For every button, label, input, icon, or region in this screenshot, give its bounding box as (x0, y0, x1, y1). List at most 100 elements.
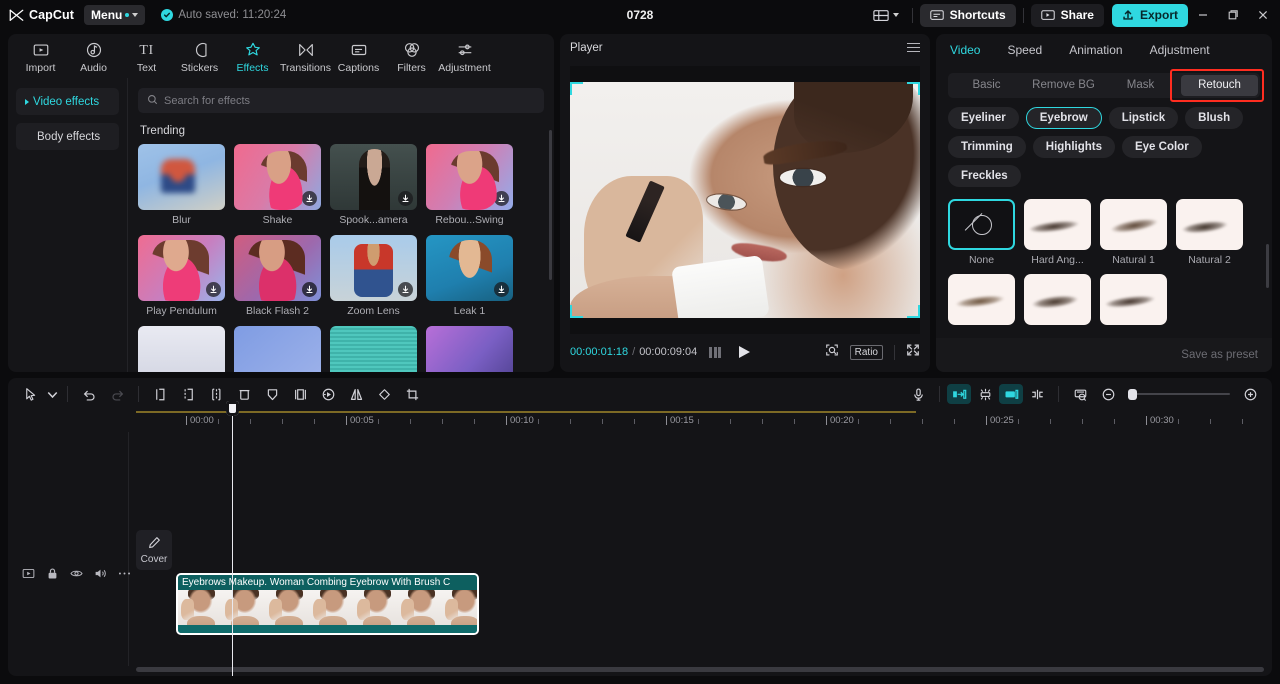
chip-freckles[interactable]: Freckles (948, 165, 1021, 187)
mic-icon[interactable] (904, 381, 932, 407)
close-button[interactable] (1248, 0, 1278, 30)
crop-frame-icon[interactable] (286, 381, 314, 407)
effect-item[interactable]: Spook...amera (330, 144, 417, 226)
zoom-slider-handle[interactable] (1128, 389, 1137, 400)
chip-eyebrow[interactable]: Eyebrow (1025, 107, 1102, 129)
tab-video[interactable]: Video (950, 43, 980, 57)
tool-tab-filters[interactable]: Filters (385, 39, 438, 74)
split-left-icon[interactable] (146, 381, 174, 407)
effect-item[interactable]: Shake (234, 144, 321, 226)
download-icon[interactable] (302, 282, 317, 297)
rotate-icon[interactable] (370, 381, 398, 407)
chevron-down-icon[interactable] (44, 381, 60, 407)
effect-item[interactable]: Zoom Lens (330, 235, 417, 317)
tool-tab-effects[interactable]: Effects (226, 39, 279, 74)
play-button[interactable] (739, 346, 751, 358)
track-type-icon[interactable] (22, 567, 35, 585)
effect-thumbnail[interactable] (234, 235, 321, 301)
playhead[interactable] (226, 401, 239, 676)
menu-button[interactable]: Menu (84, 5, 146, 25)
search-box[interactable] (138, 88, 544, 113)
timeline-horizontal-scrollbar[interactable] (136, 667, 1264, 672)
effect-thumbnail[interactable] (330, 144, 417, 210)
category-video-effects[interactable]: Video effects (16, 88, 119, 115)
subtab-retouch[interactable]: Retouch (1181, 75, 1258, 96)
zoom-fit-icon[interactable] (825, 343, 839, 362)
maximize-button[interactable] (1218, 0, 1248, 30)
preset-item[interactable] (1024, 274, 1091, 325)
video-stage[interactable] (570, 66, 920, 334)
preset-thumbnail[interactable] (1024, 199, 1091, 250)
shortcuts-button[interactable]: Shortcuts (919, 3, 1016, 27)
preset-thumbnail[interactable] (948, 199, 1015, 250)
effect-item[interactable] (330, 326, 417, 372)
chip-eyeliner[interactable]: Eyeliner (948, 107, 1019, 129)
select-icon[interactable] (16, 381, 44, 407)
preset-item[interactable] (1100, 274, 1167, 325)
effect-thumbnail[interactable] (234, 144, 321, 210)
preset-item-natural-1[interactable]: Natural 1 (1100, 199, 1167, 266)
effect-thumbnail[interactable] (138, 235, 225, 301)
save-as-preset-button[interactable]: Save as preset (1181, 349, 1258, 361)
share-button[interactable]: Share (1030, 3, 1104, 27)
preview-icon[interactable] (1066, 381, 1094, 407)
export-button[interactable]: Export (1111, 3, 1188, 27)
eye-icon[interactable] (70, 567, 83, 585)
effects-scrollbar[interactable] (549, 130, 552, 280)
tool-tab-transitions[interactable]: Transitions (279, 39, 332, 74)
download-icon[interactable] (398, 191, 413, 206)
tool-tab-stickers[interactable]: Stickers (173, 39, 226, 74)
chip-highlights[interactable]: Highlights (1032, 136, 1115, 158)
tab-animation[interactable]: Animation (1069, 43, 1122, 57)
effect-item[interactable]: Play Pendulum (138, 235, 225, 317)
effect-thumbnail[interactable] (138, 144, 225, 210)
mute-icon[interactable] (94, 567, 107, 585)
chip-lipstick[interactable]: Lipstick (1108, 107, 1179, 129)
preset-item[interactable] (948, 274, 1015, 325)
effect-thumbnail[interactable] (426, 326, 513, 372)
mirror-icon[interactable] (342, 381, 370, 407)
preset-thumbnail[interactable] (1024, 274, 1091, 325)
subtab-basic[interactable]: Basic (948, 73, 1025, 98)
preset-item-hard-angle[interactable]: Hard Ang... (1024, 199, 1091, 266)
tool-tab-adjustment[interactable]: Adjustment (438, 39, 491, 74)
preset-item-natural-2[interactable]: Natural 2 (1176, 199, 1243, 266)
selection-corner-bottom-left[interactable] (570, 305, 583, 318)
download-icon[interactable] (494, 191, 509, 206)
selection-corner-top-right[interactable] (907, 82, 920, 95)
effect-item[interactable]: Black Flash 2 (234, 235, 321, 317)
playhead-handle[interactable] (226, 401, 239, 416)
undo-icon[interactable] (75, 381, 103, 407)
preset-thumbnail[interactable] (1100, 274, 1167, 325)
video-clip[interactable]: Eyebrows Makeup. Woman Combing Eyebrow W… (176, 573, 479, 635)
preset-thumbnail[interactable] (948, 274, 1015, 325)
preset-thumbnail[interactable] (1176, 199, 1243, 250)
category-body-effects[interactable]: Body effects (16, 123, 119, 150)
selection-corner-top-left[interactable] (570, 82, 583, 95)
effect-thumbnail[interactable] (330, 235, 417, 301)
layout-button[interactable] (867, 6, 905, 25)
effect-item[interactable] (426, 326, 513, 372)
frames-view-icon[interactable] (709, 346, 722, 358)
effect-item[interactable]: Rebou...Swing (426, 144, 513, 226)
freeze-icon[interactable] (258, 381, 286, 407)
search-input[interactable] (164, 94, 535, 107)
effect-item[interactable] (138, 326, 225, 372)
minimize-button[interactable] (1188, 0, 1218, 30)
zoom-out-icon[interactable] (1094, 381, 1122, 407)
lock-icon[interactable] (46, 567, 59, 585)
selection-corner-bottom-right[interactable] (907, 305, 920, 318)
auto-snap-icon[interactable] (971, 381, 999, 407)
preset-thumbnail[interactable] (1100, 199, 1167, 250)
preset-item-none[interactable]: None (948, 199, 1015, 266)
split-mark-icon[interactable] (1023, 381, 1051, 407)
chip-blush[interactable]: Blush (1185, 107, 1244, 129)
tab-adjustment[interactable]: Adjustment (1150, 43, 1210, 57)
tool-tab-audio[interactable]: Audio (67, 39, 120, 74)
zoom-in-icon[interactable] (1236, 381, 1264, 407)
download-icon[interactable] (494, 282, 509, 297)
tool-tab-captions[interactable]: Captions (332, 39, 385, 74)
crop-icon[interactable] (398, 381, 426, 407)
effect-thumbnail[interactable] (426, 235, 513, 301)
tool-tab-text[interactable]: TI Text (120, 39, 173, 74)
